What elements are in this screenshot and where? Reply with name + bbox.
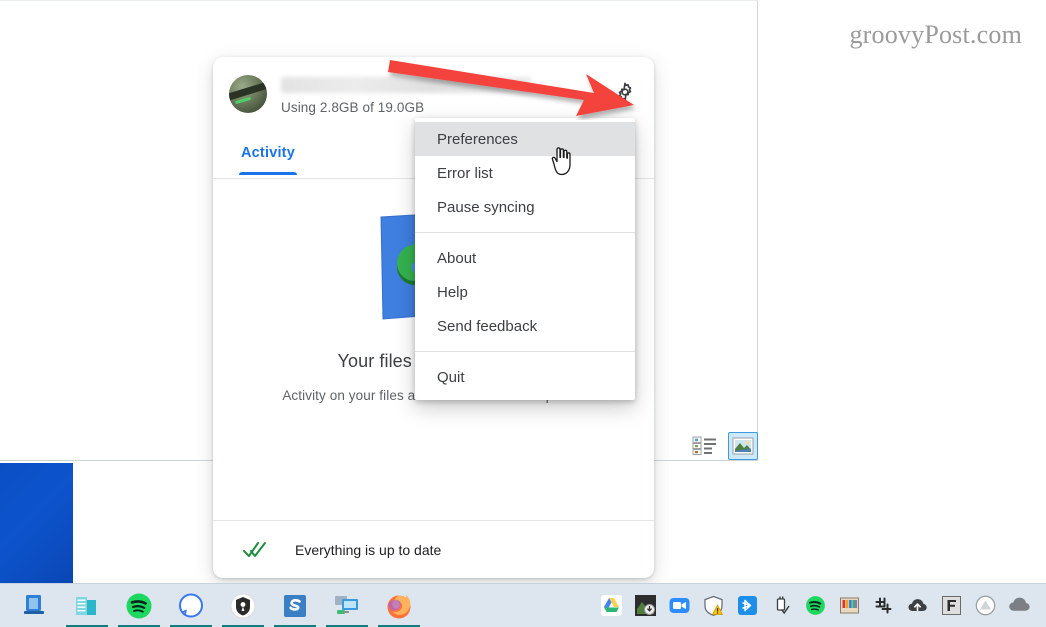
taskbar-vpn-shield-icon[interactable] — [222, 588, 264, 627]
double-check-icon — [243, 541, 266, 557]
avatar[interactable] — [229, 75, 267, 113]
settings-dropdown-menu: Preferences Error list Pause syncing Abo… — [415, 118, 635, 400]
menu-item-error-list[interactable]: Error list — [415, 156, 635, 190]
red-annotation-arrow — [388, 60, 634, 116]
tray-snagit-capture-icon[interactable] — [634, 595, 656, 617]
taskbar-signal-icon[interactable] — [170, 588, 212, 627]
mouse-cursor-hand — [551, 147, 571, 176]
desktop-wallpaper — [0, 463, 73, 583]
tray-onedrive-cloud-icon[interactable] — [1008, 595, 1030, 617]
taskbar-firefox-icon[interactable] — [378, 588, 420, 627]
window-top-rule — [0, 0, 758, 1]
menu-item-preferences[interactable]: Preferences — [415, 122, 635, 156]
taskbar-pinned-apps — [8, 588, 420, 627]
taskbar-server-stack-icon[interactable] — [66, 588, 108, 627]
view-mode-buttons — [690, 432, 758, 460]
tray-zoom-icon[interactable] — [668, 595, 690, 617]
tab-activity-label: Activity — [241, 145, 295, 161]
menu-item-help[interactable]: Help — [415, 275, 635, 309]
tab-active-underline — [239, 172, 297, 175]
tab-activity[interactable]: Activity — [213, 133, 323, 175]
windows-taskbar — [0, 583, 1046, 627]
site-watermark: groovyPost.com — [849, 20, 1022, 49]
menu-item-send-feedback[interactable]: Send feedback — [415, 309, 635, 343]
tray-upload-cloud-icon[interactable] — [906, 595, 928, 617]
tray-triangle-circle-icon[interactable] — [974, 595, 996, 617]
tray-windows-security-icon[interactable] — [702, 595, 724, 617]
menu-item-about[interactable]: About — [415, 241, 635, 275]
taskbar-task-view-icon[interactable] — [18, 588, 52, 624]
tray-safely-remove-usb-icon[interactable] — [770, 595, 792, 617]
tray-bluetooth-icon[interactable] — [736, 595, 758, 617]
panel-status-bar: Everything is up to date — [213, 520, 654, 578]
tray-spotify-icon[interactable] — [804, 595, 826, 617]
menu-item-pause-syncing[interactable]: Pause syncing — [415, 190, 635, 224]
menu-divider-2 — [415, 351, 635, 352]
taskbar-snagit-icon[interactable] — [274, 588, 316, 627]
tray-google-drive-icon[interactable] — [600, 595, 622, 617]
large-icons-view-icon[interactable] — [728, 432, 758, 460]
menu-divider-1 — [415, 232, 635, 233]
tray-fontbase-icon[interactable] — [940, 595, 962, 617]
tray-color-palette-icon[interactable] — [838, 595, 860, 617]
tray-slack-icon[interactable] — [872, 595, 894, 617]
status-text: Everything is up to date — [295, 541, 442, 558]
menu-item-quit[interactable]: Quit — [415, 360, 635, 394]
taskbar-spotify-icon[interactable] — [118, 588, 160, 627]
taskbar-remote-desktop-icon[interactable] — [326, 588, 368, 627]
system-tray — [600, 595, 1038, 617]
details-view-icon[interactable] — [690, 432, 720, 460]
